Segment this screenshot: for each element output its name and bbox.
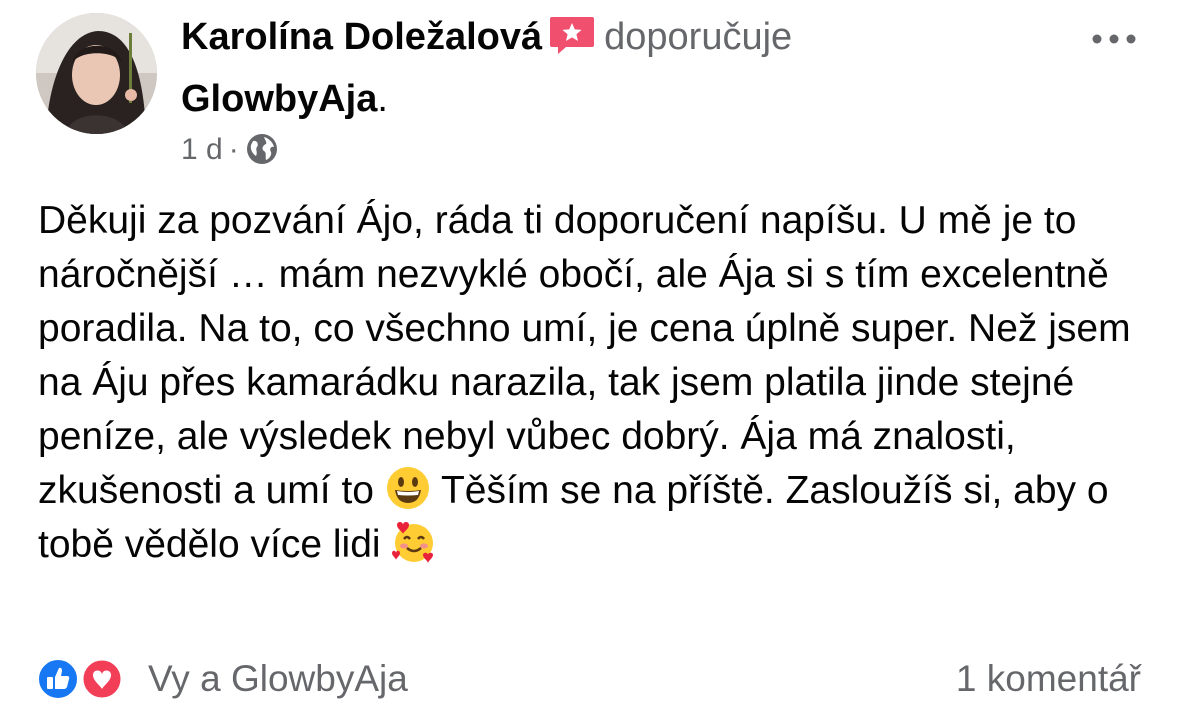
comments-count[interactable]: 1 komentář <box>956 654 1141 704</box>
reactions-summary[interactable]: Vy a GlowbyAja <box>36 654 408 704</box>
meta-separator: · <box>228 133 239 166</box>
author-avatar[interactable] <box>36 13 157 134</box>
post-time[interactable]: 1 d <box>181 133 223 166</box>
smiling-face-with-hearts-emoji <box>391 519 437 565</box>
globe-icon[interactable] <box>245 132 279 166</box>
reaction-icons <box>36 654 136 704</box>
page-suffix: . <box>377 78 388 120</box>
like-icon <box>37 658 79 700</box>
post-header: Karolína Doležalová doporučuje <box>181 12 1121 62</box>
action-text: doporučuje <box>604 16 793 58</box>
author-name[interactable]: Karolína Doležalová <box>181 16 542 58</box>
post-body: Děkuji za pozvání Ájo, ráda ti doporučen… <box>38 194 1148 572</box>
love-icon <box>80 657 124 701</box>
more-options-icon[interactable] <box>1089 24 1139 54</box>
recommendation-star-icon <box>548 15 596 55</box>
post-text-part-1: Děkuji za pozvání Ájo, ráda ti doporučen… <box>38 199 1142 512</box>
recommended-page-line: GlowbyAja. <box>181 74 388 124</box>
post-meta: 1 d · <box>181 130 279 170</box>
recommended-page-link[interactable]: GlowbyAja <box>181 78 377 120</box>
reactions-text[interactable]: Vy a GlowbyAja <box>148 658 408 700</box>
grinning-face-emoji <box>385 465 431 511</box>
